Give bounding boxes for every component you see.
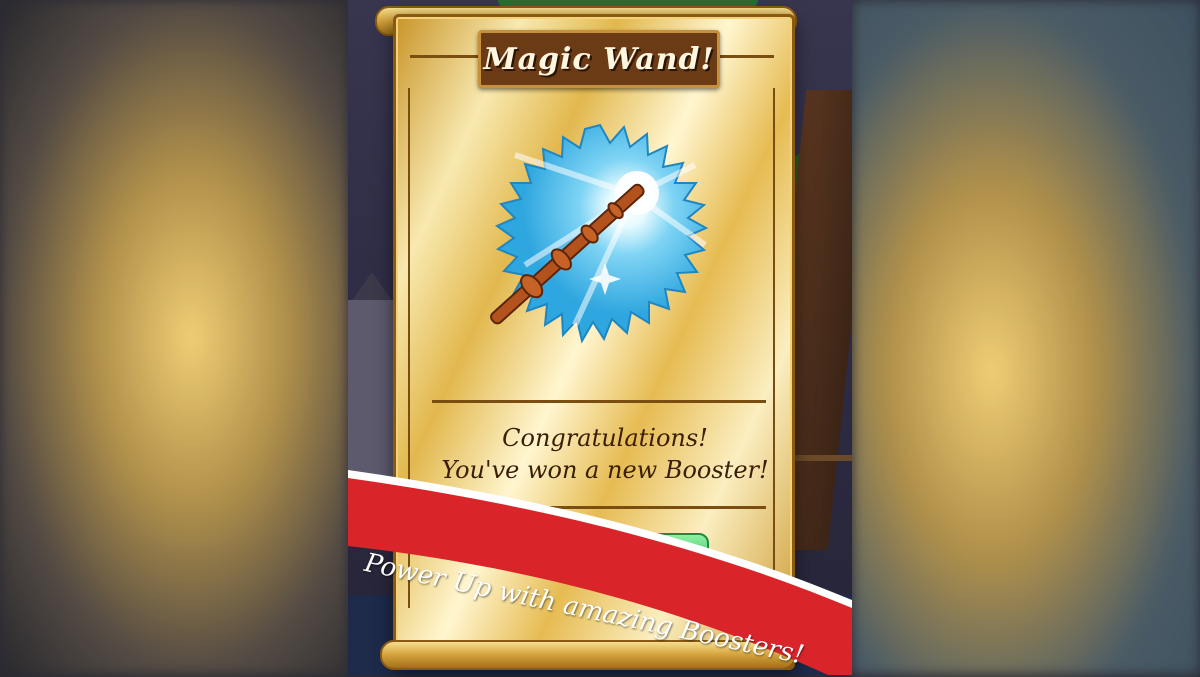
castle-tower bbox=[348, 300, 396, 500]
blurred-background-right bbox=[852, 0, 1200, 675]
title-rule-left bbox=[410, 55, 480, 58]
divider-bottom bbox=[432, 506, 766, 509]
popup-title: Magic Wand! bbox=[483, 41, 715, 77]
magic-wand-icon bbox=[490, 123, 709, 344]
booster-won-text: You've won a new Booster! bbox=[441, 456, 769, 484]
reward-badge bbox=[455, 95, 745, 377]
fence bbox=[792, 455, 852, 501]
scroll-border-left bbox=[408, 88, 410, 608]
blurred-background-left bbox=[0, 0, 348, 675]
divider-top bbox=[432, 400, 766, 403]
popup-title-plate: Magic Wand! bbox=[478, 30, 720, 88]
congratulations-text: Congratulations! bbox=[502, 424, 708, 452]
title-rule-right bbox=[712, 55, 774, 58]
scroll-border-right bbox=[773, 88, 775, 608]
continue-button[interactable] bbox=[590, 533, 709, 571]
